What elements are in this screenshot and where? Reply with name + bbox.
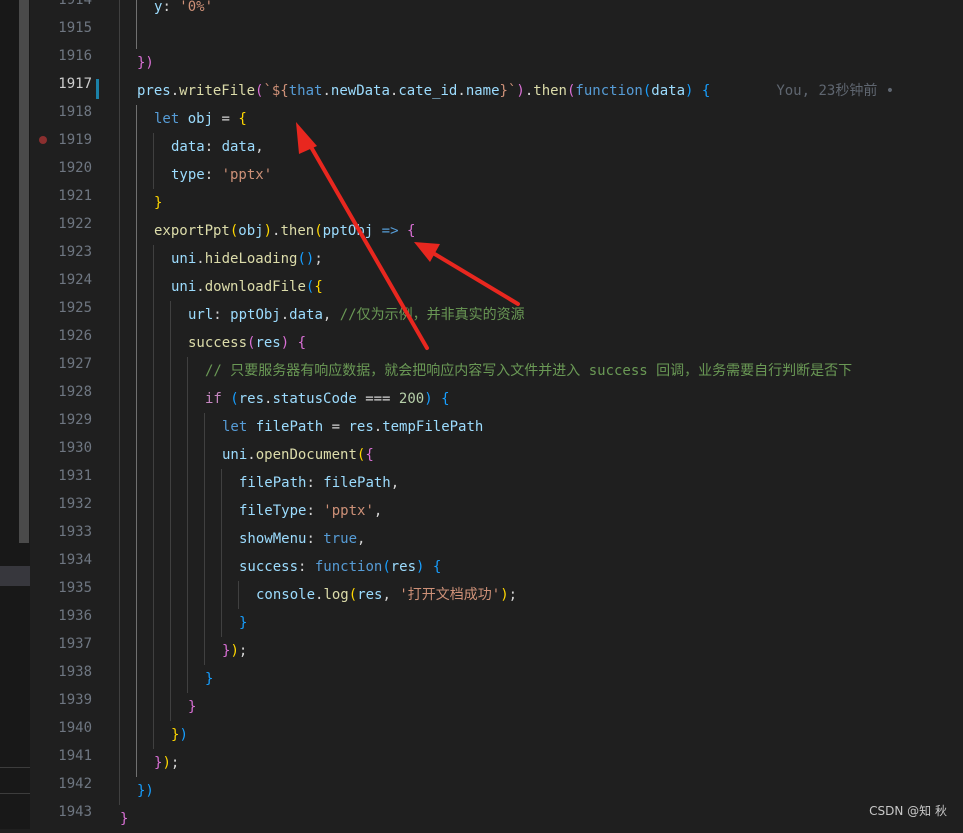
annotation-arrows (296, 122, 520, 350)
annotation-arrow-pptobj (426, 248, 520, 306)
watermark: CSDN @知 秋 (869, 804, 947, 818)
arrowhead (414, 242, 440, 262)
modified-line-indicator (96, 79, 99, 99)
annotation-arrow-obj (305, 138, 429, 350)
